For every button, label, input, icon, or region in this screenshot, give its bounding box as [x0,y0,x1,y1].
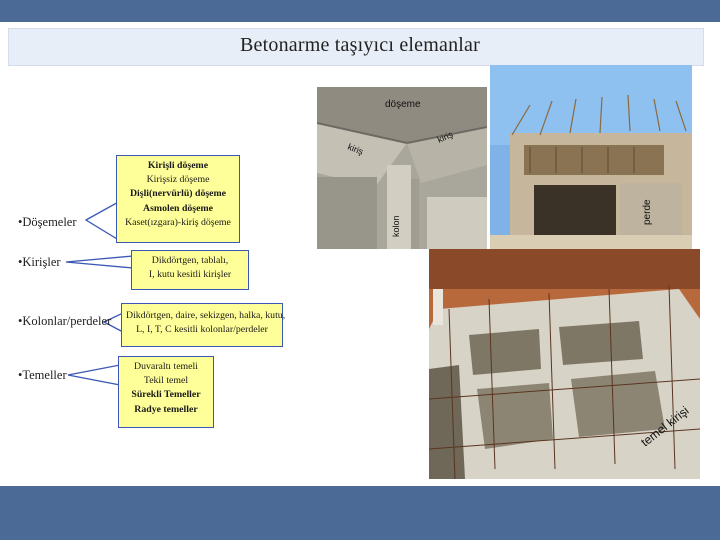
bullet-dosemeler: •Döşemeler [18,215,77,229]
list-item: Sürekli Temeller [131,389,201,401]
list-item: Radye temeller [134,403,198,415]
list-item: Asmolen döşeme [143,202,213,214]
box-doseme-types: Kirişli döşeme Kirişsiz döşeme Dişli(ner… [116,155,240,243]
bullet-kolonlar: •Kolonlar/perdeler [18,314,112,328]
photo-temel: temel kirişi [429,249,700,479]
box-kiris-types: Dikdörtgen, tablalı, I, kutu kesitli kir… [131,250,249,290]
photo-label: kolon [391,215,401,237]
list-item: L, I, T, C kesitli kolonlar/perdeler [136,324,268,336]
photo-label: perde [642,199,653,225]
bottom-bar [0,486,720,540]
list-item: Kirişli döşeme [147,160,209,171]
list-item: I, kutu kesitli kirişler [148,269,232,281]
list-item: Dişli(nervürlü) döşeme [129,188,227,200]
list-item: Kirişsiz döşeme [146,174,210,186]
list-item: Duvaraltı temeli [134,361,198,372]
bullet-kirisler: •Kirişler [18,255,61,269]
box-temel-types: Duvaraltı temeli Tekil temel Sürekli Tem… [118,356,214,428]
photo-doseme-kolon: döşeme kiriş kiriş kolon [317,87,487,249]
list-item: Dikdörtgen, daire, sekizgen, halka, kutu… [126,310,286,321]
list-item: Dikdörtgen, tablalı, [151,255,229,266]
list-item: Tekil temel [143,375,189,387]
arrow-temeller [67,364,121,386]
arrow-kirisler [65,255,134,269]
photo-perde: perde [490,65,692,249]
photo-label: döşeme [385,99,421,110]
box-kolon-types: Dikdörtgen, daire, sekizgen, halka, kutu… [121,303,286,347]
list-item: Kaset(ızgara)-kiriş döşeme [125,216,231,228]
bullet-temeller: •Temeller [18,368,67,382]
